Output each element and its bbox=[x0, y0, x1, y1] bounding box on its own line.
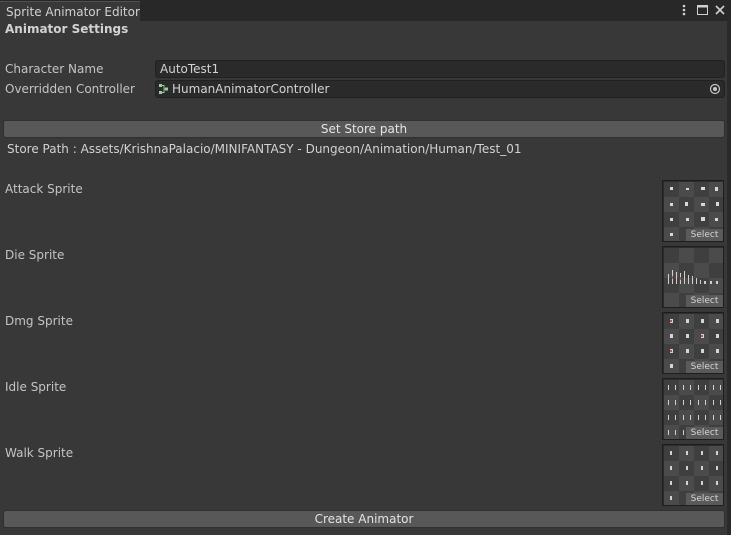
attack-sprite-thumbnail[interactable]: Select bbox=[662, 180, 724, 242]
set-store-path-button[interactable]: Set Store path bbox=[3, 120, 725, 138]
die-sprite-select-button[interactable]: Select bbox=[686, 295, 723, 307]
character-name-label: Character Name bbox=[5, 62, 104, 76]
close-icon[interactable] bbox=[713, 2, 727, 18]
die-sprite-thumbnail[interactable]: Select bbox=[662, 246, 724, 308]
window-controls bbox=[677, 2, 727, 18]
editor-tab-title: Sprite Animator Editor bbox=[6, 5, 140, 19]
window-tab-bar: Sprite Animator Editor bbox=[0, 0, 731, 21]
maximize-icon[interactable] bbox=[695, 2, 709, 18]
create-animator-button[interactable]: Create Animator bbox=[3, 510, 725, 528]
controller-value: HumanAnimatorController bbox=[172, 82, 330, 96]
object-picker-icon[interactable] bbox=[709, 83, 721, 95]
die-sprite-label: Die Sprite bbox=[5, 248, 65, 262]
walk-sprite-thumbnail[interactable]: Select bbox=[662, 444, 724, 506]
attack-sprite-label: Attack Sprite bbox=[5, 182, 83, 196]
idle-sprite-thumbnail[interactable]: Select bbox=[662, 378, 724, 440]
overridden-controller-label: Overridden Controller bbox=[5, 82, 135, 96]
overridden-controller-field[interactable]: HumanAnimatorController bbox=[155, 80, 725, 98]
character-name-input[interactable]: AutoTest1 bbox=[155, 60, 725, 78]
idle-sprite-label: Idle Sprite bbox=[5, 380, 67, 394]
scroll-edge bbox=[727, 21, 731, 535]
editor-tab[interactable]: Sprite Animator Editor bbox=[0, 1, 140, 21]
dmg-sprite-thumbnail[interactable]: Select bbox=[662, 312, 724, 374]
animator-controller-icon bbox=[159, 84, 168, 94]
dmg-sprite-label: Dmg Sprite bbox=[5, 314, 73, 328]
attack-sprite-select-button[interactable]: Select bbox=[686, 229, 723, 241]
walk-sprite-label: Walk Sprite bbox=[5, 446, 74, 460]
store-path-text: Store Path : Assets/KrishnaPalacio/MINIF… bbox=[7, 142, 522, 156]
dmg-sprite-select-button[interactable]: Select bbox=[686, 361, 723, 373]
character-name-value: AutoTest1 bbox=[160, 62, 220, 76]
section-header: Animator Settings bbox=[5, 22, 129, 36]
kebab-menu-icon[interactable] bbox=[677, 2, 691, 18]
walk-sprite-select-button[interactable]: Select bbox=[686, 493, 723, 505]
idle-sprite-select-button[interactable]: Select bbox=[686, 427, 723, 439]
